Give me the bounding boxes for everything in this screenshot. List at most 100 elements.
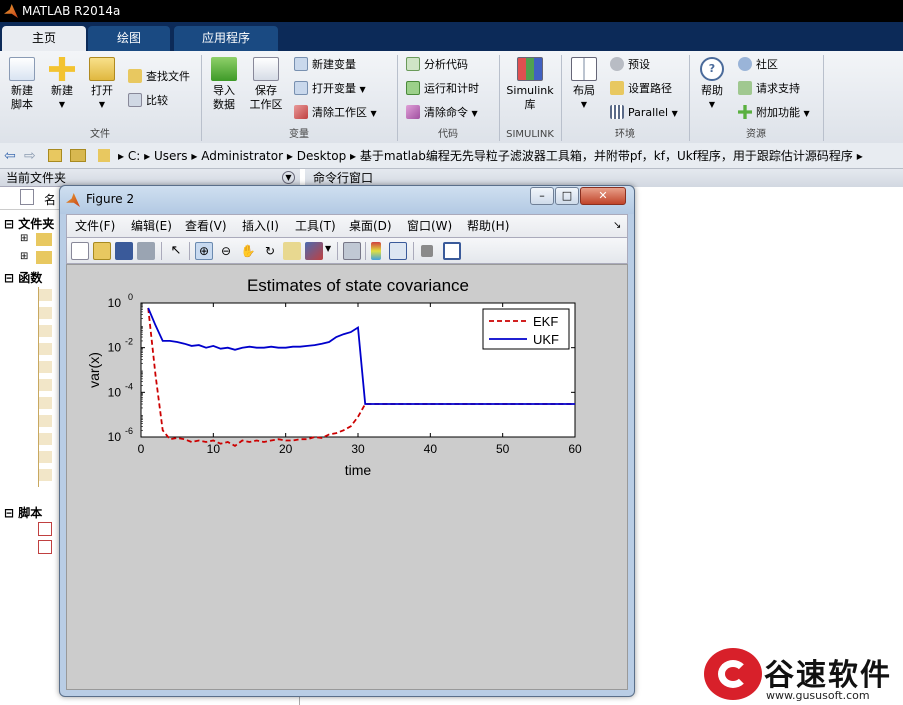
menu-window[interactable]: 窗口(W) (407, 215, 452, 237)
import-data-button[interactable]: 导入 数据 (204, 57, 244, 112)
clear-workspace-button[interactable]: 清除工作区 ▼ (294, 103, 377, 123)
ribbon: 新建 脚本 新建 ▼ 打开 ▼ 查找文件 比较 文件 导入 数据 保存 工作区 … (0, 51, 903, 143)
close-button[interactable]: ✕ (580, 187, 626, 205)
figure-title: Figure 2 (86, 192, 135, 206)
figure-canvas: Estimates of state covariance time var(x) 0… (66, 264, 628, 690)
column-name-header[interactable]: 名 (44, 191, 56, 208)
tab-home[interactable]: 主页 (2, 26, 86, 51)
tab-apps[interactable]: 应用程序 (174, 26, 278, 51)
window-titlebar: MATLAB R2014a (0, 0, 903, 22)
tab-plots[interactable]: 绘图 (88, 26, 170, 51)
zoom-in-icon[interactable]: ⊕ (195, 242, 213, 260)
brush-icon[interactable] (305, 242, 323, 260)
figure-menubar: 文件(F) 编辑(E) 查看(V) 插入(I) 工具(T) 桌面(D) 窗口(W… (66, 214, 628, 238)
new-script-button[interactable]: 新建 脚本 (2, 57, 42, 112)
maximize-button[interactable]: □ (555, 187, 579, 205)
up-folder-icon[interactable] (48, 149, 62, 162)
data-cursor-icon[interactable] (283, 242, 301, 260)
current-folder-title: 当前文件夹 (6, 171, 67, 185)
simulink-library-button[interactable]: Simulink 库 (504, 57, 556, 112)
help-button[interactable]: ? 帮助 ▼ (692, 57, 732, 112)
menu-edit[interactable]: 编辑(E) (131, 215, 172, 237)
save-workspace-button[interactable]: 保存 工作区 (246, 57, 286, 112)
preferences-button[interactable]: 预设 (610, 55, 650, 75)
dock-arrow-icon[interactable]: ↘ (613, 215, 621, 237)
addons-button[interactable]: 附加功能 ▼ (738, 103, 810, 123)
script-file-icon (38, 522, 52, 536)
simulink-icon (517, 57, 543, 81)
menu-help[interactable]: 帮助(H) (467, 215, 509, 237)
menu-desktop[interactable]: 桌面(D) (349, 215, 392, 237)
figure-toolbar: ↖ ⊕ ⊖ ✋ ↻ ▼ (66, 238, 628, 264)
address-bar: ⇦ ⇨ ▸ C: ▸ Users ▸ Administrator ▸ Deskt… (0, 143, 903, 169)
back-arrow-icon[interactable]: ⇦ (4, 143, 16, 169)
menu-file[interactable]: 文件(F) (75, 215, 115, 237)
analyze-code-button[interactable]: 分析代码 (406, 55, 468, 75)
section-scripts[interactable]: ⊟ 脚本 (4, 504, 42, 521)
section-folders[interactable]: ⊟ 文件夹 (4, 215, 54, 232)
gear-icon (610, 57, 624, 71)
new-variable-icon (294, 57, 308, 71)
y-tick-exponent: -4 (125, 381, 133, 391)
new-variable-button[interactable]: 新建变量 (294, 55, 356, 75)
show-tools-icon[interactable] (443, 242, 461, 260)
command-window-title: 命令行窗口 (313, 171, 374, 185)
find-files-button[interactable]: 查找文件 (128, 67, 190, 87)
state-covariance-plot: Estimates of state covariance time var(x) 0… (86, 276, 582, 478)
breadcrumb-administrator[interactable]: Administrator (201, 149, 283, 163)
compare-button[interactable]: 比较 (128, 91, 168, 111)
breadcrumb-desktop[interactable]: Desktop (297, 149, 347, 163)
x-tick-label: 40 (424, 442, 438, 456)
ribbon-tabstrip: 主页 绘图 应用程序 (0, 22, 903, 51)
panel-menu-icon[interactable]: ▼ (282, 171, 295, 184)
menu-view[interactable]: 查看(V) (185, 215, 227, 237)
run-and-time-button[interactable]: 运行和计时 (406, 79, 479, 99)
watermark-text: 谷速软件 (764, 658, 892, 693)
rotate-icon[interactable]: ↻ (261, 242, 279, 260)
parallel-button[interactable]: Parallel ▼ (610, 103, 678, 123)
plus-icon (49, 57, 75, 81)
browse-folder-icon[interactable] (70, 149, 86, 162)
y-tick-label: 10 (108, 341, 122, 355)
colorbar-icon[interactable] (371, 242, 381, 260)
forward-arrow-icon[interactable]: ⇨ (24, 143, 36, 169)
breadcrumb-drive[interactable]: C: (128, 149, 140, 163)
menu-insert[interactable]: 插入(I) (242, 215, 279, 237)
x-axis-label: time (345, 462, 372, 478)
matlab-logo-icon (4, 4, 18, 18)
new-figure-icon[interactable] (71, 242, 89, 260)
section-functions[interactable]: ⊟ 函数 (4, 269, 42, 286)
save-icon[interactable] (115, 242, 133, 260)
figure-window: Figure 2 – □ ✕ 文件(F) 编辑(E) 查看(V) 插入(I) 工… (59, 185, 635, 697)
new-button[interactable]: 新建 ▼ (42, 57, 82, 112)
link-plot-icon[interactable] (343, 242, 361, 260)
y-tick-exponent: 0 (128, 292, 133, 302)
open-variable-button[interactable]: 打开变量 ▼ (294, 79, 366, 99)
minimize-button[interactable]: – (530, 187, 554, 205)
x-tick-label: 60 (568, 442, 582, 456)
y-tick-exponent: -2 (125, 337, 133, 347)
menu-tools[interactable]: 工具(T) (295, 215, 336, 237)
open-file-icon[interactable] (93, 242, 111, 260)
folder-icon (98, 149, 110, 162)
request-support-button[interactable]: 请求支持 (738, 79, 800, 99)
open-button[interactable]: 打开 ▼ (82, 57, 122, 112)
brush-dropdown-icon[interactable]: ▼ (325, 244, 331, 253)
breadcrumb-project-folder[interactable]: 基于matlab编程无先导粒子滤波器工具箱，并附带pf，kf，Ukf程序，用于跟… (360, 149, 853, 163)
tree-expand-icon[interactable]: ⊞ (20, 251, 28, 262)
clear-commands-button[interactable]: 清除命令 ▼ (406, 103, 478, 123)
group-label-environment: 环境 (615, 129, 635, 140)
hide-tools-icon[interactable] (421, 245, 433, 257)
run-time-icon (406, 81, 420, 95)
zoom-out-icon[interactable]: ⊖ (217, 242, 235, 260)
legend-icon[interactable] (389, 242, 407, 260)
pan-hand-icon[interactable]: ✋ (239, 242, 257, 260)
ribbon-divider (823, 55, 824, 141)
breadcrumb-users[interactable]: Users (154, 149, 188, 163)
set-path-button[interactable]: 设置路径 (610, 79, 672, 99)
layout-button[interactable]: 布局 ▼ (564, 57, 604, 112)
tree-expand-icon[interactable]: ⊞ (20, 233, 28, 244)
community-button[interactable]: 社区 (738, 55, 778, 75)
select-arrow-icon[interactable]: ↖ (167, 242, 185, 260)
print-icon[interactable] (137, 242, 155, 260)
